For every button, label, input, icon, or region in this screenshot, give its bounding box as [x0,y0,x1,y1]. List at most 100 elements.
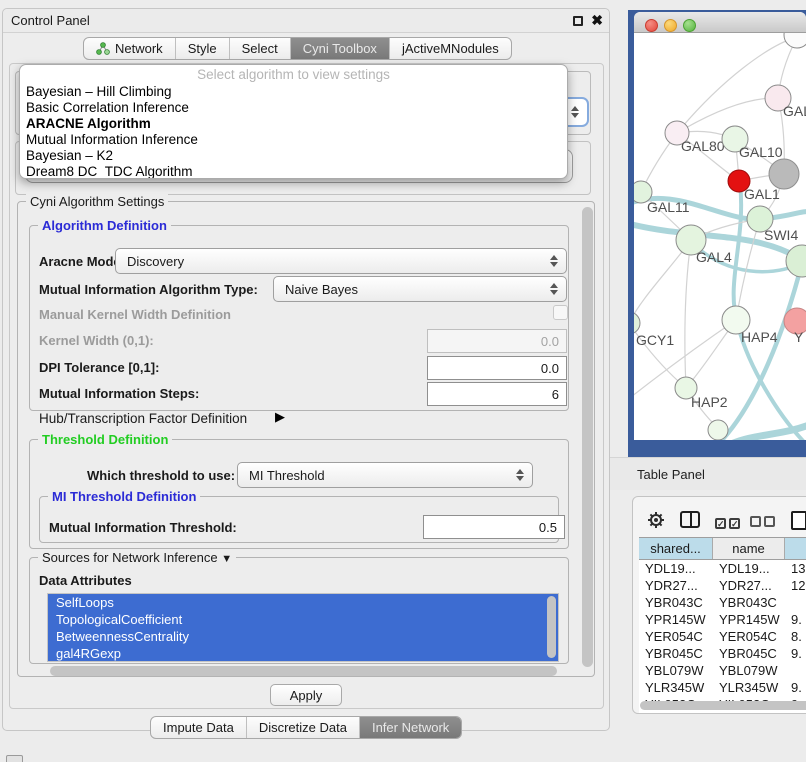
tab-discretize-data[interactable]: Discretize Data [247,717,360,738]
network-node[interactable] [708,420,728,440]
table-column-header[interactable]: A [785,538,806,559]
attribute-list-item[interactable]: gal4RGexp [48,645,558,662]
tab-select[interactable]: Select [230,38,291,59]
network-node[interactable] [784,33,806,48]
table-cell[interactable]: YLR345W [639,679,713,696]
table-column-header[interactable]: shared... [639,538,713,559]
network-view-window: GALGAL80GAL10GAL1GAL11SWI4GAL4GCY1HAP4YH… [634,12,806,440]
mi-type-label: Mutual Information Algorithm Type: [39,282,258,297]
table-cell[interactable]: YBR043C [639,594,713,611]
dropdown-item[interactable]: Bayesian – Hill Climbing [20,84,567,100]
table-row[interactable]: YBL079WYBL079W [639,662,806,679]
tab-infer-network[interactable]: Infer Network [360,717,461,738]
table-row[interactable]: YER054CYER054C8. [639,628,806,645]
attribute-list-item[interactable]: SelfLoops [48,594,558,611]
table-cell[interactable] [785,662,806,679]
settings-vertical-scrollbar[interactable] [582,207,593,667]
sources-group-title: Sources for Network Inference ▼ [38,550,236,565]
tab-infer-network-label: Infer Network [372,720,449,735]
network-node-label: GAL1 [744,186,780,202]
table-row[interactable]: YBR043CYBR043C [639,594,806,611]
table-cell[interactable]: YBR043C [713,594,785,611]
attributes-vertical-scrollbar[interactable] [547,596,556,658]
tab-impute-data[interactable]: Impute Data [151,717,247,738]
table-cell[interactable]: YBL079W [713,662,785,679]
table-cell[interactable]: YDR27... [639,577,713,594]
select-all-columns-icon[interactable]: ✓✓ [715,514,740,532]
table-cell[interactable]: 9. [785,679,806,696]
mi-threshold-value: 0.5 [539,520,557,535]
zoom-window-icon[interactable] [683,19,696,32]
table-cell[interactable]: YBR045C [639,645,713,662]
table-cell[interactable]: YPR145W [713,611,785,628]
table-cell[interactable]: YBR045C [713,645,785,662]
tab-style[interactable]: Style [176,38,230,59]
minimize-window-icon[interactable] [664,19,677,32]
manual-kernel-checkbox[interactable] [553,305,568,320]
table-row[interactable]: YBR045CYBR045C9. [639,645,806,662]
mi-type-combo[interactable]: Naive Bayes [273,276,567,302]
table-cell[interactable]: YBL079W [639,662,713,679]
network-node[interactable] [769,159,799,189]
dropdown-item[interactable]: Mutual Information Inference [20,132,567,148]
dropdown-item[interactable]: ARACNE Algorithm [20,116,567,132]
expand-arrow-icon[interactable]: ▶ [275,409,285,425]
page-icon[interactable] [791,511,806,530]
float-window-icon[interactable] [573,16,583,26]
gear-icon[interactable] [647,511,665,529]
table-cell[interactable]: 12 [785,577,806,594]
table-cell[interactable] [785,594,806,611]
table-cell[interactable]: 9. [785,645,806,662]
table-horizontal-scrollbar[interactable] [640,701,806,710]
attribute-list-item[interactable]: BetweennessCentrality [48,628,558,645]
collapse-arrow-icon[interactable]: ▼ [221,553,232,565]
mi-steps-input[interactable]: 6 [427,382,567,406]
docked-panel-icon[interactable] [6,755,23,762]
table-row[interactable]: YDR27...YDR27...12 [639,577,806,594]
dpi-tolerance-value: 0.0 [541,361,559,376]
aracne-mode-combo[interactable]: Discovery [115,248,567,274]
table-row[interactable]: YLR345WYLR345W9. [639,679,806,696]
table-cell[interactable]: 13 [785,560,806,577]
close-window-icon[interactable] [645,19,658,32]
tab-cyni-toolbox[interactable]: Cyni Toolbox [291,38,390,59]
which-threshold-combo[interactable]: MI Threshold [237,462,533,488]
dropdown-item[interactable]: Dream8 DC_TDC Algorithm [20,164,567,179]
close-panel-icon[interactable]: ✖ [591,12,603,29]
table-column-header[interactable]: name [713,538,785,559]
mi-threshold-input[interactable]: 0.5 [423,515,565,539]
table-row[interactable]: YDL19...YDL19...13 [639,560,806,577]
kernel-width-input[interactable]: 0.0 [427,329,567,353]
network-edge[interactable] [685,240,691,388]
table-cell[interactable]: YER054C [639,628,713,645]
bottom-tabbar: Impute Data Discretize Data Infer Networ… [150,716,462,739]
table-panel: ✓✓ shared...nameA YDL19...YDL19...13YDR2… [632,496,806,714]
table-cell[interactable]: 9. [785,611,806,628]
table-cell[interactable]: YER054C [713,628,785,645]
attribute-list-item[interactable]: TopologicalCoefficient [48,611,558,628]
dropdown-item[interactable]: Bayesian – K2 [20,148,567,164]
tab-jactivemnodules[interactable]: jActiveMNodules [390,38,511,59]
table-cell[interactable]: YLR345W [713,679,785,696]
table-cell[interactable]: 8. [785,628,806,645]
deselect-all-columns-icon[interactable] [750,514,775,532]
network-edge[interactable] [729,423,806,440]
control-panel-window: Control Panel ✖ Network Style Select Cyn… [2,8,610,731]
table-cell[interactable]: YDL19... [639,560,713,577]
settings-horizontal-scrollbar[interactable] [50,666,557,676]
dpi-tolerance-input[interactable]: 0.0 [427,356,567,380]
network-node[interactable] [634,312,640,334]
table-panel-titlebar: Table Panel [610,457,806,490]
dpi-tolerance-label: DPI Tolerance [0,1]: [39,360,159,375]
network-window-titlebar[interactable] [634,12,806,33]
apply-button[interactable]: Apply [270,684,342,706]
dropdown-item[interactable]: Basic Correlation Inference [20,100,567,116]
tab-network-label: Network [115,41,163,56]
tab-network[interactable]: Network [84,38,176,59]
split-view-icon[interactable] [680,511,700,528]
network-canvas[interactable]: GALGAL80GAL10GAL1GAL11SWI4GAL4GCY1HAP4YH… [634,33,806,440]
table-row[interactable]: YPR145WYPR145W9. [639,611,806,628]
table-cell[interactable]: YPR145W [639,611,713,628]
table-cell[interactable]: YDL19... [713,560,785,577]
table-cell[interactable]: YDR27... [713,577,785,594]
